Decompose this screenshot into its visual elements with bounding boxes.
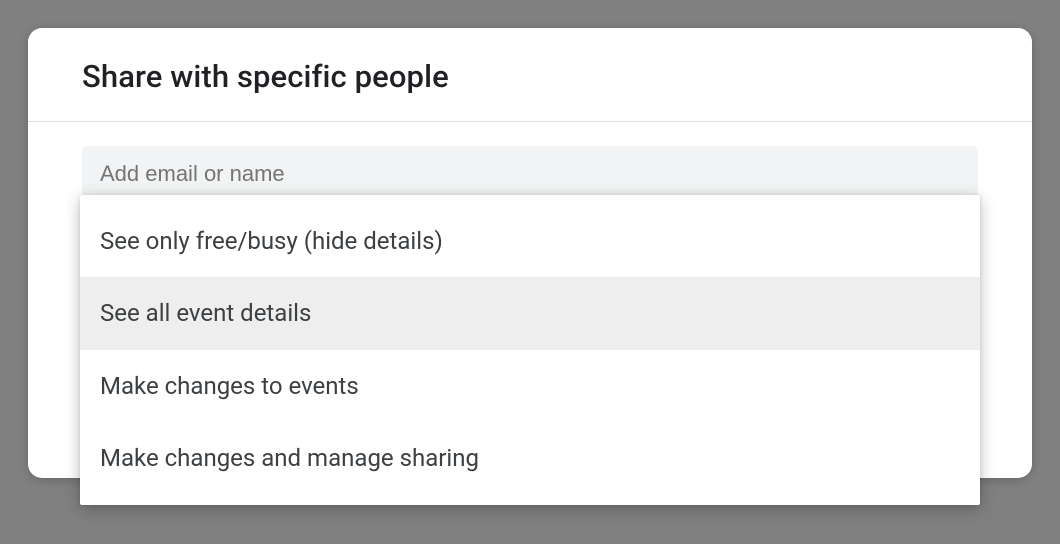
dialog-body: Send: [28, 122, 1032, 202]
permission-option-manage-sharing[interactable]: Make changes and manage sharing: [80, 422, 980, 494]
permission-option-all-details[interactable]: See all event details: [80, 277, 980, 349]
permissions-dropdown: See only free/busy (hide details) See al…: [80, 195, 980, 505]
dialog-header: Share with specific people: [28, 28, 1032, 122]
permission-option-make-changes[interactable]: Make changes to events: [80, 350, 980, 422]
permission-option-free-busy[interactable]: See only free/busy (hide details): [80, 205, 980, 277]
email-input[interactable]: [82, 146, 978, 202]
dialog-title: Share with specific people: [82, 58, 978, 95]
